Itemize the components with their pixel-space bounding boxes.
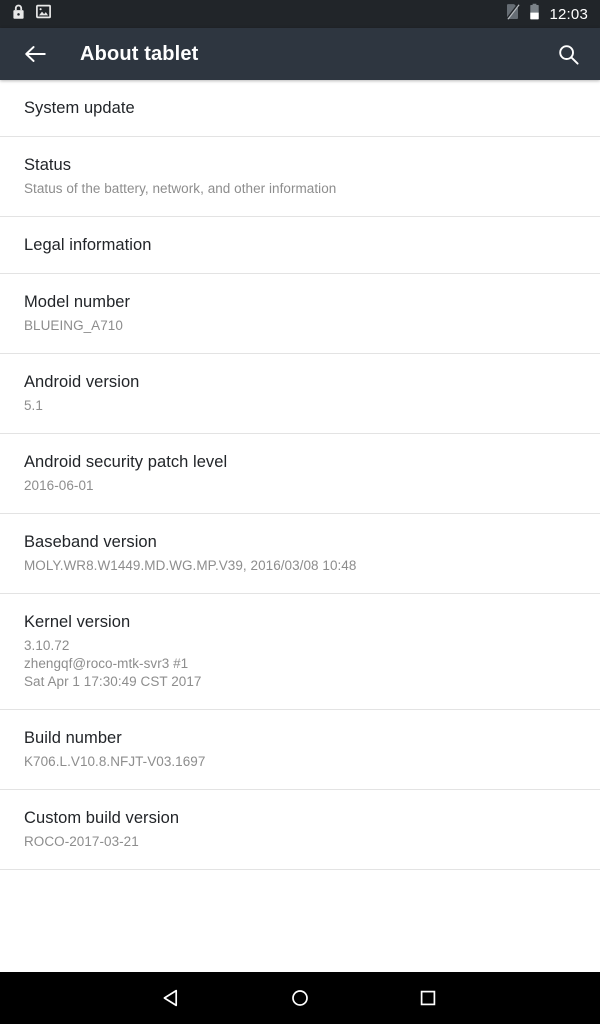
list-item-summary-line: zhengqf@roco-mtk-svr3 #1 — [24, 656, 189, 671]
back-arrow-icon[interactable] — [18, 37, 52, 71]
nav-home-icon[interactable] — [236, 972, 364, 1024]
battery-icon — [529, 3, 540, 25]
list-item-summary-line: 2016-06-01 — [24, 478, 94, 493]
nav-back-icon[interactable] — [108, 972, 236, 1024]
list-item-title: System update — [24, 99, 135, 117]
list-item-content: Model number BLUEING_A710 — [24, 274, 576, 353]
list-item-content: Android version 5.1 — [24, 354, 576, 433]
settings-scroll-container[interactable]: System update Status Status of the battery… — [0, 80, 600, 972]
list-item-legal-information[interactable]: Legal information — [0, 217, 600, 274]
no-sim-icon — [506, 3, 521, 25]
list-item-content: Custom build version ROCO-2017-03-21 — [24, 790, 576, 869]
status-bar: 12:03 — [0, 0, 600, 28]
list-item-content: Kernel version 3.10.72 zhengqf@roco-mtk-sv… — [24, 594, 576, 709]
list-item-custom-build-version[interactable]: Custom build version ROCO-2017-03-21 — [0, 790, 600, 870]
list-item-summary-line: 5.1 — [24, 398, 43, 413]
status-bar-clock: 12:03 — [549, 5, 588, 23]
list-item-summary: K706.L.V10.8.NFJT-V03.1697 — [24, 753, 576, 771]
list-item-baseband-version[interactable]: Baseband version MOLY.WR8.W1449.MD.WG.MP.… — [0, 514, 600, 594]
list-item-summary: ROCO-2017-03-21 — [24, 833, 576, 851]
list-item-model-number[interactable]: Model number BLUEING_A710 — [0, 274, 600, 354]
list-item-summary-line: MOLY.WR8.W1449.MD.WG.MP.V39, 2016/03/08 … — [24, 558, 357, 573]
list-item-title: Kernel version — [24, 613, 131, 631]
list-item-content: Legal information — [24, 217, 576, 273]
list-item-summary: 5.1 — [24, 397, 576, 415]
list-item-summary: BLUEING_A710 — [24, 317, 576, 335]
list-item-summary-line: ROCO-2017-03-21 — [24, 834, 139, 849]
system-navigation-bar — [0, 972, 600, 1024]
list-item-content: Build number K706.L.V10.8.NFJT-V03.1697 — [24, 710, 576, 789]
list-item-title: Build number — [24, 729, 122, 747]
list-item-content: Android security patch level 2016-06-01 — [24, 434, 576, 513]
list-item-summary: MOLY.WR8.W1449.MD.WG.MP.V39, 2016/03/08 … — [24, 557, 576, 575]
list-item-title: Android security patch level — [24, 453, 228, 471]
screenshot-image-icon — [36, 4, 51, 24]
list-item-title: Custom build version — [24, 809, 180, 827]
about-tablet-list: System update Status Status of the battery… — [0, 80, 600, 870]
list-item-status[interactable]: Status Status of the battery, network, an… — [0, 137, 600, 217]
list-item-system-update[interactable]: System update — [0, 80, 600, 137]
list-item-summary-line: K706.L.V10.8.NFJT-V03.1697 — [24, 754, 206, 769]
list-item-build-number[interactable]: Build number K706.L.V10.8.NFJT-V03.1697 — [0, 710, 600, 790]
app-bar: About tablet — [0, 28, 600, 80]
list-item-summary-line: BLUEING_A710 — [24, 318, 123, 333]
list-item-android-version[interactable]: Android version 5.1 — [0, 354, 600, 434]
list-item-summary: 3.10.72 zhengqf@roco-mtk-svr3 #1 Sat Apr 1… — [24, 637, 576, 691]
list-item-title: Model number — [24, 293, 131, 311]
list-item-kernel-version[interactable]: Kernel version 3.10.72 zhengqf@roco-mtk-sv… — [0, 594, 600, 710]
list-item-content: System update — [24, 80, 576, 136]
list-item-summary-line: 3.10.72 — [24, 638, 70, 653]
status-bar-right-icons: 12:03 — [506, 3, 588, 25]
search-icon[interactable] — [550, 36, 586, 72]
tablet-screen: 12:03 About tablet System update Status St… — [0, 0, 600, 1024]
list-item-summary-line: Sat Apr 1 17:30:49 CST 2017 — [24, 674, 202, 689]
list-item-android-security-patch-level[interactable]: Android security patch level 2016-06-01 — [0, 434, 600, 514]
page-title: About tablet — [80, 42, 199, 65]
list-item-title: Baseband version — [24, 533, 157, 551]
list-item-summary: 2016-06-01 — [24, 477, 576, 495]
status-bar-left-icons — [12, 4, 51, 25]
list-item-content: Status Status of the battery, network, an… — [24, 137, 576, 216]
list-item-content: Baseband version MOLY.WR8.W1449.MD.WG.MP.… — [24, 514, 576, 593]
list-item-title: Status — [24, 156, 72, 174]
nav-recents-icon[interactable] — [364, 972, 492, 1024]
list-item-summary: Status of the battery, network, and othe… — [24, 180, 576, 198]
lock-icon — [12, 4, 25, 25]
list-item-summary-line: Status of the battery, network, and othe… — [24, 181, 337, 196]
list-item-title: Legal information — [24, 236, 152, 254]
list-item-title: Android version — [24, 373, 140, 391]
